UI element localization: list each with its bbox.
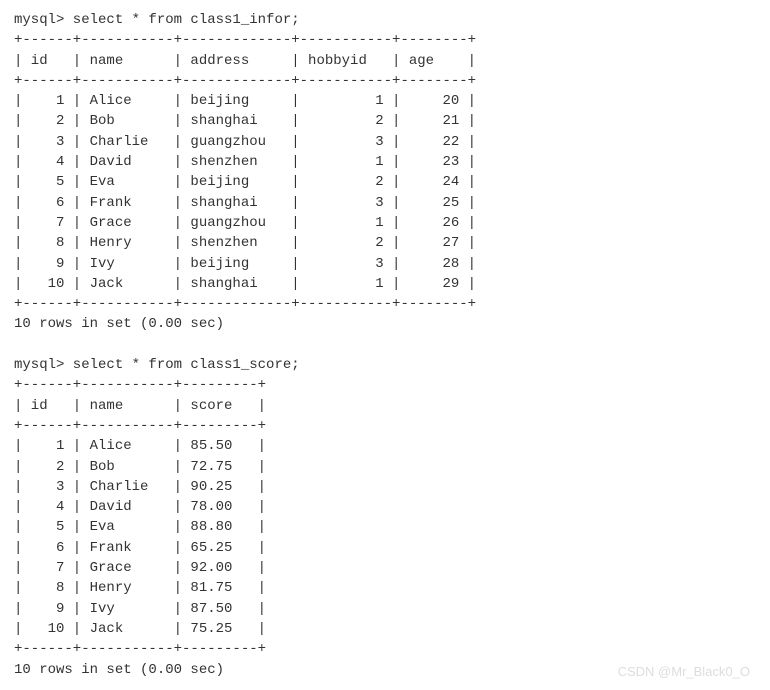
mysql-terminal-output: mysql> select * from class1_infor; +----… bbox=[14, 10, 756, 680]
